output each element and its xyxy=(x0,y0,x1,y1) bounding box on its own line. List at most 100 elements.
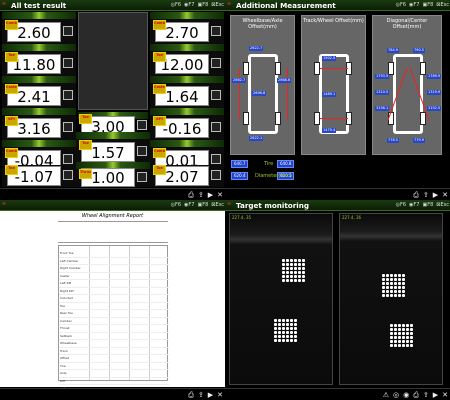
f7-button[interactable]: ◉F7 xyxy=(409,200,419,211)
value-label: 784.9 xyxy=(387,48,400,53)
next-icon[interactable]: ▶ xyxy=(433,389,438,400)
tools-icon[interactable]: ✕ xyxy=(442,189,448,200)
f8-button[interactable]: ▣F8 xyxy=(197,200,208,211)
f8-button[interactable]: ▣F8 xyxy=(422,200,433,211)
export-icon[interactable]: ⇪ xyxy=(198,389,204,400)
camber-tag: Camber xyxy=(153,20,166,30)
checkbox[interactable] xyxy=(63,170,73,180)
center-display-area xyxy=(78,12,148,110)
next-icon[interactable]: ▶ xyxy=(208,189,213,200)
f6-button[interactable]: ◎F6 xyxy=(171,200,181,211)
target-grid xyxy=(382,274,405,297)
target-monitoring-panel: ≈ Target monitoring ◎F6 ◉F7 ▣F8 ⊠Esc 227… xyxy=(225,200,450,400)
value-label: 1319.9 xyxy=(427,90,442,95)
warning-icon[interactable]: ⚠ xyxy=(383,389,389,400)
checkbox[interactable] xyxy=(63,154,73,164)
checkbox[interactable] xyxy=(137,146,147,156)
target-grid xyxy=(282,259,305,282)
result-cell: 11.80 Toe xyxy=(2,44,76,79)
checkbox[interactable] xyxy=(137,120,147,130)
print-icon[interactable]: ⎙ xyxy=(188,389,194,400)
checkbox[interactable] xyxy=(63,58,73,68)
next-icon[interactable]: ▶ xyxy=(433,189,438,200)
print-icon[interactable]: ⎙ xyxy=(188,189,194,200)
value-label: 1489.1 xyxy=(322,92,337,97)
value-label: 779.9 xyxy=(413,138,426,143)
checkbox[interactable] xyxy=(211,154,221,164)
page-title: All test result xyxy=(11,1,67,10)
tools-icon[interactable]: ✕ xyxy=(442,389,448,400)
f6-button[interactable]: ◎F6 xyxy=(396,200,406,211)
esc-button[interactable]: ⊠Esc xyxy=(211,200,224,211)
table-row: Left KPI xyxy=(59,280,169,288)
table-row: Toe xyxy=(59,303,169,310)
checkbox[interactable] xyxy=(211,90,221,100)
f8-button[interactable]: ▣F8 xyxy=(422,0,433,11)
esc-button[interactable]: ⊠Esc xyxy=(211,0,224,11)
page-title: Target monitoring xyxy=(236,201,309,210)
checkbox[interactable] xyxy=(63,26,73,36)
table-row: Thrust xyxy=(59,325,169,333)
table-row: Tire xyxy=(59,363,169,370)
result-cell: -1.07 Toe xyxy=(2,165,76,187)
value-label: 1310.5 xyxy=(375,90,390,95)
camera-icon[interactable]: ◉ xyxy=(403,389,409,400)
camera-view-left: 227.4, 35 xyxy=(229,213,333,385)
report-document: Wheel Alignment Report Front Toe Left Cam… xyxy=(0,211,225,400)
panel-title: Track/Wheel Offset(mm) xyxy=(303,18,364,24)
f6-button[interactable]: ◎F6 xyxy=(396,0,406,11)
value-label: 1789.9 xyxy=(427,74,442,79)
print-icon[interactable]: ⎙ xyxy=(413,389,419,400)
export-icon[interactable]: ⇪ xyxy=(198,189,204,200)
report-table: Front Toe Left Camber Right Camber Caster Le… xyxy=(58,245,169,400)
f8-button[interactable]: ▣F8 xyxy=(197,0,208,11)
value-label: 790.5 xyxy=(413,48,426,53)
checkbox[interactable] xyxy=(63,122,73,132)
tire-label: Tire xyxy=(264,161,274,167)
tire-value: 640.8 xyxy=(277,160,295,168)
target-icon[interactable]: ◎ xyxy=(393,389,399,400)
print-icon[interactable]: ⎙ xyxy=(413,189,419,200)
track-panel: Track/Wheel Offset(mm) 1502.5 1489.1 147… xyxy=(301,15,366,155)
table-row: Setback xyxy=(59,333,169,340)
camber-tag: Camber xyxy=(5,148,18,158)
toe-tag: Toe xyxy=(79,140,92,150)
additional-measurement-panel: ≈ Additional Measurement ◎F6 ◉F7 ▣F8 ⊠Es… xyxy=(225,0,450,200)
tools-icon[interactable]: ✕ xyxy=(217,189,223,200)
panel-title: Wheelbase/Axle Offset(mm) xyxy=(242,18,283,30)
export-icon[interactable]: ⇪ xyxy=(423,389,429,400)
header-bar: ≈ Target monitoring ◎F6 ◉F7 ▣F8 ⊠Esc xyxy=(225,200,450,211)
result-cell: 12.00 Toe xyxy=(150,44,224,79)
checkbox[interactable] xyxy=(211,170,221,180)
caster-tag: Caster xyxy=(153,84,166,94)
esc-button[interactable]: ⊠Esc xyxy=(436,0,449,11)
table-row: Right Camber xyxy=(59,265,169,273)
kpi-tag: KPI xyxy=(153,116,166,126)
tire-value: 620.4 xyxy=(231,172,249,180)
checkbox[interactable] xyxy=(137,172,147,182)
toe-tag: Toe xyxy=(5,165,18,175)
f7-button[interactable]: ◉F7 xyxy=(184,0,194,11)
table-row: Right KPI xyxy=(59,288,169,295)
report-panel: ≈ ◎F6 ◉F7 ▣F8 ⊠Esc Wheel Alignment Repor… xyxy=(0,200,225,400)
report-title: Wheel Alignment Report xyxy=(81,213,144,219)
table-row: Rear Toe xyxy=(59,310,169,318)
value-label: 2662.7 xyxy=(232,78,247,83)
diagonal-panel: Diagonal/Center Offset(mm) 784.9 790.5 1… xyxy=(372,15,442,155)
f7-button[interactable]: ◉F7 xyxy=(184,200,194,211)
next-icon[interactable]: ▶ xyxy=(208,389,213,400)
bottom-toolbar: ⚠ ◎ ◉ ⎙ ⇪ ▶ ✕ xyxy=(225,388,450,400)
esc-button[interactable]: ⊠Esc xyxy=(436,200,449,211)
tools-icon[interactable]: ✕ xyxy=(217,389,223,400)
all-test-result-panel: ≈ All test result ◎F6 ◉F7 ▣F8 ⊠Esc 2.60 … xyxy=(0,0,225,200)
checkbox[interactable] xyxy=(211,122,221,132)
value-label: 2668.6 xyxy=(277,78,292,83)
checkbox[interactable] xyxy=(211,26,221,36)
export-icon[interactable]: ⇪ xyxy=(423,189,429,200)
diameter-label: Diameter(mm) xyxy=(255,173,292,179)
checkbox[interactable] xyxy=(211,58,221,68)
f6-button[interactable]: ◎F6 xyxy=(171,0,181,11)
checkbox[interactable] xyxy=(63,90,73,100)
table-row: Axle xyxy=(59,370,169,378)
f7-button[interactable]: ◉F7 xyxy=(409,0,419,11)
